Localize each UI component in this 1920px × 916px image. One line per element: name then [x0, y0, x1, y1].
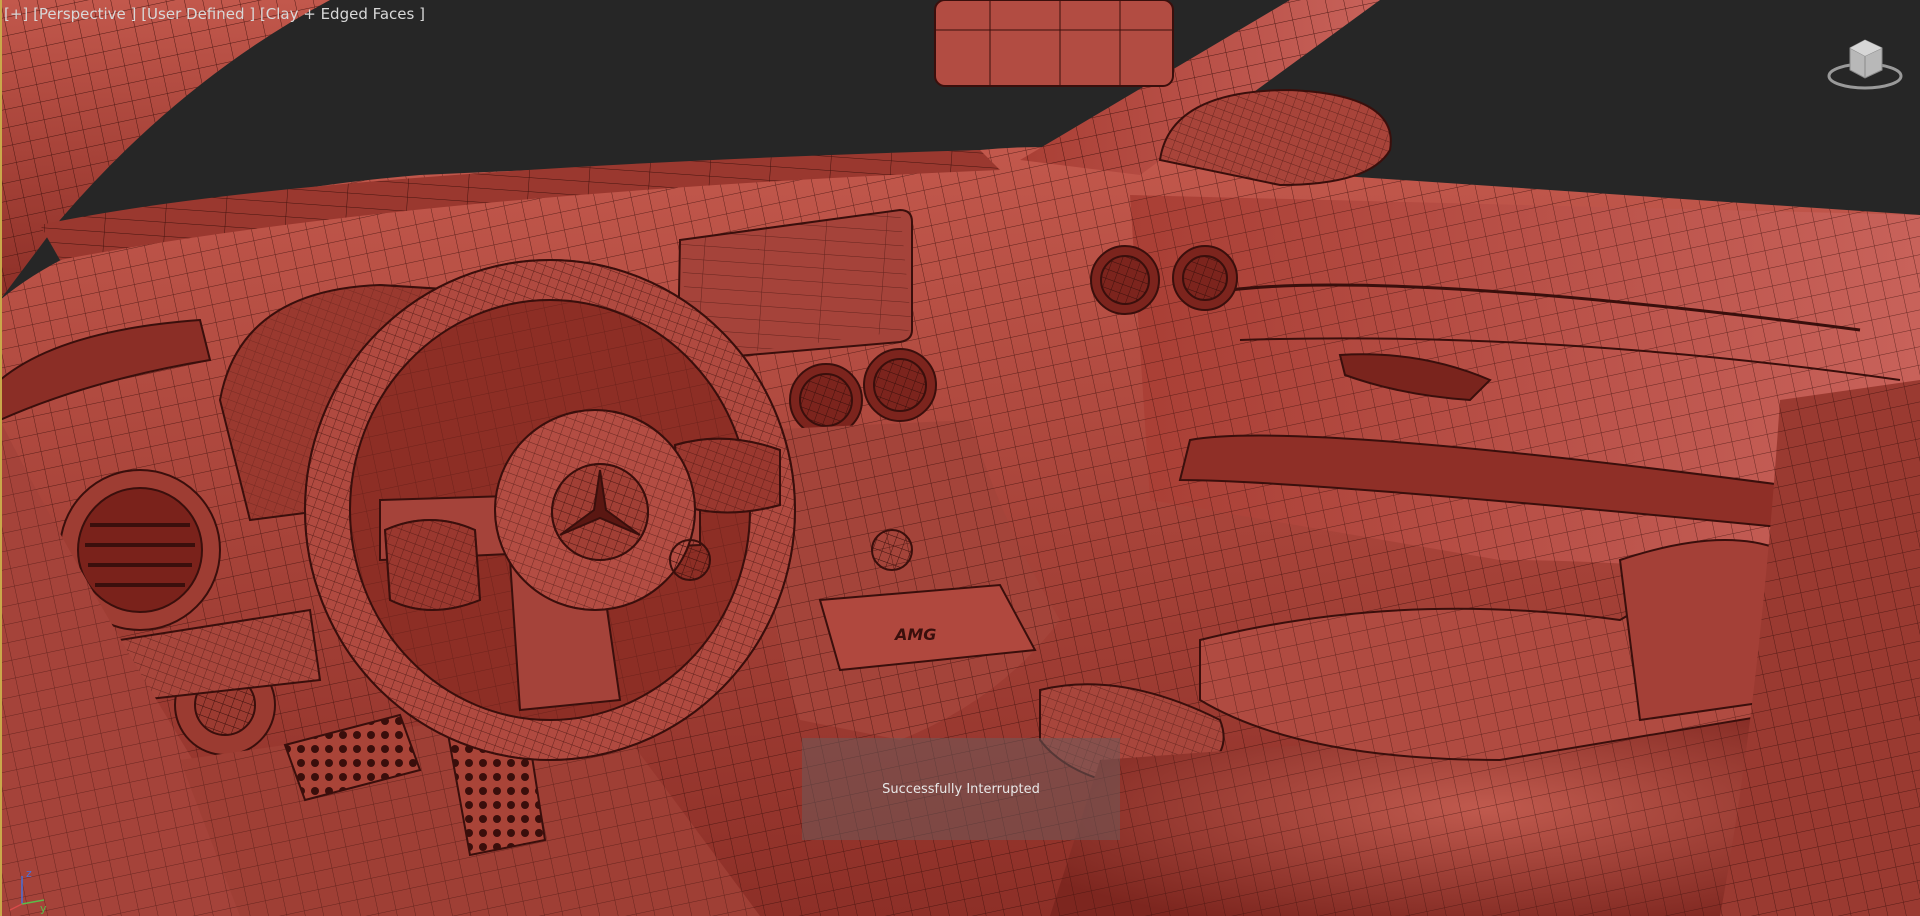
status-toast-message: Successfully Interrupted — [882, 781, 1040, 797]
axis-z-label: z — [26, 867, 32, 880]
viewcube-icon[interactable] — [1826, 30, 1904, 92]
viewport-view-menu[interactable]: [User Defined ] — [141, 5, 255, 23]
status-toast: Successfully Interrupted — [802, 738, 1120, 840]
3d-viewport[interactable]: AMG [+] [Perspective] [User Defined] [… — [0, 0, 1920, 916]
viewport-shading-menu[interactable]: [Clay + Edged Faces ] — [260, 5, 425, 23]
viewport-pov-menu[interactable]: [Perspective ] — [33, 5, 136, 23]
viewport-plus-menu[interactable]: [+] — [4, 5, 28, 23]
viewport-active-border — [0, 0, 2, 916]
viewport-label: [+] [Perspective ] [User Defined ] [Clay… — [4, 5, 425, 23]
axis-y-label: y — [40, 902, 47, 914]
svg-text:AMG: AMG — [893, 625, 936, 644]
axis-tripod-icon: z y — [9, 867, 47, 914]
